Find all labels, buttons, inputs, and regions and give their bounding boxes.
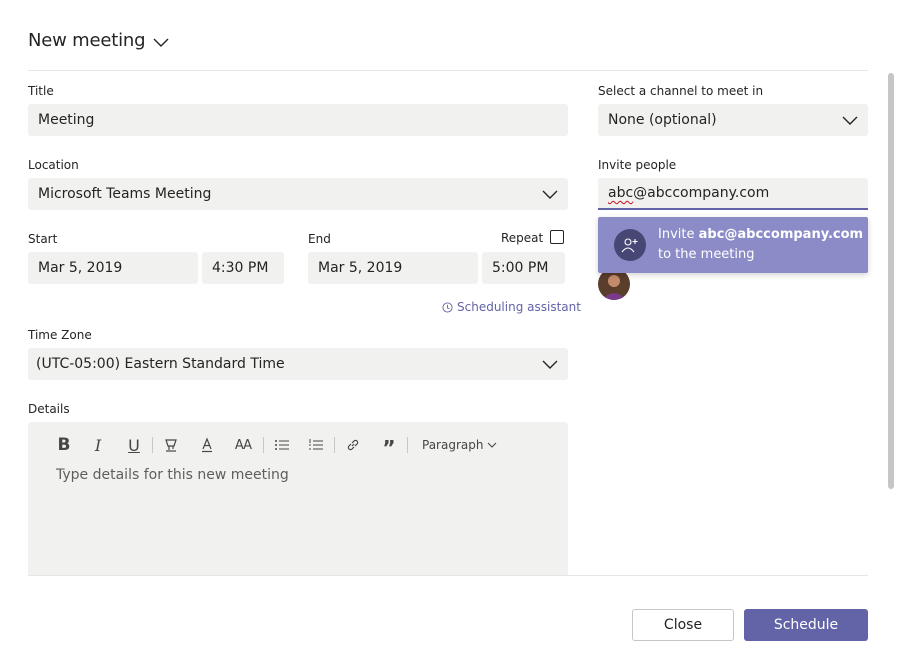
start-time-value: 4:30 PM	[212, 260, 269, 276]
invite-suggestion-suffix: to the meeting	[658, 247, 755, 262]
chevron-down-icon	[542, 190, 558, 199]
end-date-picker[interactable]: Mar 5, 2019	[308, 252, 478, 284]
invite-suggestion-email: abc@abccompany.com	[698, 227, 864, 242]
dialog-title: New meeting	[28, 30, 146, 51]
end-time-picker[interactable]: 5:00 PM	[482, 252, 565, 284]
start-label: Start	[28, 232, 58, 246]
font-size-button[interactable]: AA	[231, 434, 255, 456]
toolbar-separator	[152, 437, 153, 453]
footer-divider	[28, 575, 868, 576]
clock-icon	[442, 301, 453, 313]
bold-button[interactable]: B	[56, 434, 72, 456]
location-label: Location	[28, 158, 79, 172]
invite-people-label: Invite people	[598, 158, 677, 172]
underline-button[interactable]: U	[124, 434, 144, 456]
invite-suggestion-text: Invite abc@abccompany.com to the meeting	[658, 225, 863, 265]
invite-suggestion[interactable]: Invite abc@abccompany.com to the meeting	[598, 217, 868, 273]
add-person-icon	[614, 229, 646, 261]
chevron-down-icon	[488, 442, 497, 448]
close-button[interactable]: Close	[632, 609, 734, 641]
scheduling-assistant-label: Scheduling assistant	[457, 300, 581, 314]
formatting-toolbar: B I U AA ” Paragraph	[56, 434, 497, 459]
location-dropdown[interactable]: Microsoft Teams Meeting	[28, 178, 568, 210]
italic-button[interactable]: I	[88, 434, 108, 456]
channel-value: None (optional)	[608, 112, 717, 128]
toolbar-separator	[263, 437, 264, 453]
repeat-label: Repeat	[501, 231, 544, 245]
chevron-down-icon[interactable]	[152, 36, 170, 48]
quote-icon[interactable]: ”	[379, 434, 399, 459]
start-time-picker[interactable]: 4:30 PM	[202, 252, 284, 284]
repeat-checkbox[interactable]	[550, 230, 564, 244]
highlight-icon[interactable]	[161, 434, 181, 456]
invite-input-value-suffix: @abccompany.com	[633, 185, 770, 201]
channel-dropdown[interactable]: None (optional)	[598, 104, 868, 136]
end-time-value: 5:00 PM	[492, 260, 549, 276]
schedule-button[interactable]: Schedule	[744, 609, 868, 641]
chevron-down-icon	[842, 116, 858, 125]
details-placeholder: Type details for this new meeting	[56, 467, 289, 483]
bulleted-list-icon[interactable]	[272, 434, 292, 456]
toolbar-separator	[407, 437, 408, 453]
time-zone-label: Time Zone	[28, 328, 92, 342]
location-value: Microsoft Teams Meeting	[38, 186, 212, 202]
chevron-down-icon	[542, 360, 558, 369]
details-label: Details	[28, 402, 70, 416]
details-editor[interactable]: B I U AA ” Paragraph Type details for th…	[28, 422, 568, 576]
title-value: Meeting	[38, 112, 95, 128]
header-divider	[28, 70, 868, 71]
time-zone-value: (UTC-05:00) Eastern Standard Time	[36, 356, 285, 372]
paragraph-style-label: Paragraph	[422, 438, 484, 452]
end-label: End	[308, 232, 331, 246]
invite-people-input[interactable]: abc @abccompany.com	[598, 178, 868, 210]
title-label: Title	[28, 84, 54, 98]
paragraph-style-dropdown[interactable]: Paragraph	[422, 434, 497, 456]
scheduling-assistant-link[interactable]: Scheduling assistant	[442, 300, 581, 314]
toolbar-separator	[334, 437, 335, 453]
start-date-picker[interactable]: Mar 5, 2019	[28, 252, 198, 284]
title-input[interactable]: Meeting	[28, 104, 568, 136]
invite-input-value-prefix: abc	[608, 185, 634, 201]
invite-suggestion-prefix: Invite	[658, 227, 699, 242]
time-zone-dropdown[interactable]: (UTC-05:00) Eastern Standard Time	[28, 348, 568, 380]
link-icon[interactable]	[343, 434, 363, 456]
font-color-icon[interactable]	[197, 434, 217, 456]
start-date-value: Mar 5, 2019	[38, 260, 123, 276]
numbered-list-icon[interactable]	[306, 434, 326, 456]
scrollbar[interactable]	[888, 73, 894, 489]
end-date-value: Mar 5, 2019	[318, 260, 403, 276]
channel-label: Select a channel to meet in	[598, 84, 764, 98]
